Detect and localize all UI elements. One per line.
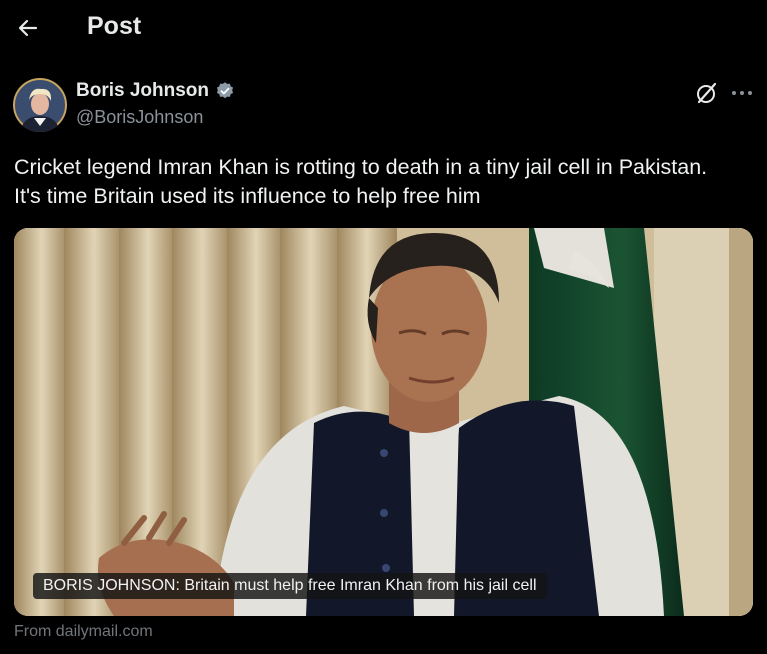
author-name-row: Boris Johnson [76, 80, 235, 102]
more-icon [732, 91, 752, 95]
link-source[interactable]: From dailymail.com [14, 623, 153, 641]
post-text: Cricket legend Imran Khan is rotting to … [14, 153, 759, 211]
back-button[interactable] [14, 14, 42, 42]
grok-icon [697, 82, 717, 104]
grok-button[interactable] [694, 80, 720, 106]
more-button[interactable] [729, 80, 755, 106]
post-text-line-1: Cricket legend Imran Khan is rotting to … [14, 155, 708, 179]
post-author: Boris Johnson @BorisJohnson [13, 76, 753, 136]
avatar-image [13, 78, 67, 132]
verified-badge-icon [215, 81, 235, 101]
news-photo [14, 228, 753, 616]
page-title: Post [87, 12, 142, 40]
arrow-left-icon [18, 19, 38, 37]
link-card-caption: BORIS JOHNSON: Britain must help free Im… [33, 573, 547, 599]
link-card-image[interactable]: BORIS JOHNSON: Britain must help free Im… [14, 228, 753, 616]
display-name[interactable]: Boris Johnson [76, 80, 209, 102]
avatar[interactable] [13, 78, 67, 132]
author-handle[interactable]: @BorisJohnson [76, 107, 203, 128]
post-text-line-2: It's time Britain used its influence to … [14, 184, 481, 208]
top-bar: Post [0, 0, 767, 56]
